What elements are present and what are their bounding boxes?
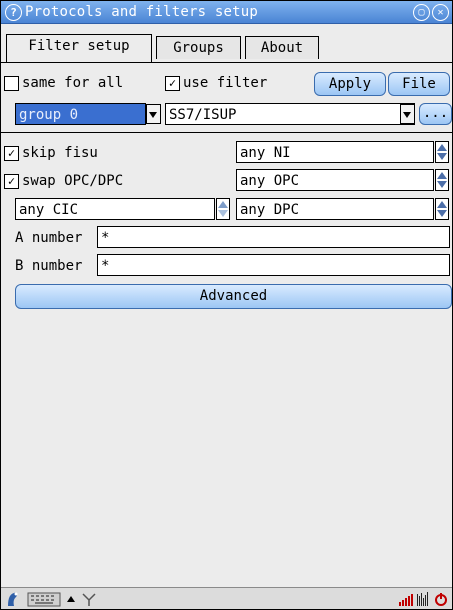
tab-about[interactable]: About xyxy=(245,36,319,59)
taskbar xyxy=(1,587,452,609)
group-dropdown-arrow-icon[interactable] xyxy=(146,104,161,124)
keyboard-icon[interactable] xyxy=(27,590,61,608)
group-select[interactable]: group 0 xyxy=(15,103,146,125)
maximize-icon[interactable]: ▢ xyxy=(413,4,430,21)
swap-opc-dpc-label: swap OPC/DPC xyxy=(22,173,124,189)
advanced-button[interactable]: Advanced xyxy=(15,284,452,309)
cic-down-icon[interactable] xyxy=(218,210,228,217)
opc-down-icon[interactable] xyxy=(437,181,447,188)
skip-fisu-checkbox[interactable]: ✓ xyxy=(4,146,19,161)
power-icon[interactable] xyxy=(433,590,449,608)
a-number-label: A number xyxy=(15,230,83,246)
tab-groups[interactable]: Groups xyxy=(156,36,241,59)
battery-icon xyxy=(398,590,414,608)
help-icon[interactable]: ? xyxy=(5,4,22,21)
file-button[interactable]: File xyxy=(388,72,450,96)
more-button[interactable]: ... xyxy=(419,103,452,125)
ni-up-icon[interactable] xyxy=(437,144,447,151)
protocol-select[interactable]: SS7/ISUP xyxy=(165,103,415,125)
same-for-all-label: same for all xyxy=(22,75,124,91)
use-filter-label: use filter xyxy=(183,75,268,91)
section-divider xyxy=(1,132,452,133)
a-number-input[interactable]: * xyxy=(97,226,450,248)
dpc-spinner[interactable] xyxy=(435,198,449,220)
opc-input[interactable]: any OPC xyxy=(236,169,434,191)
cic-input[interactable]: any CIC xyxy=(15,198,215,220)
skip-fisu-label: skip fisu xyxy=(22,145,98,161)
cic-up-icon[interactable] xyxy=(218,201,228,208)
dpc-down-icon[interactable] xyxy=(437,210,447,217)
signal-icon xyxy=(416,590,430,608)
b-number-label: B number xyxy=(15,258,83,274)
ni-down-icon[interactable] xyxy=(437,153,447,160)
opc-spinner[interactable] xyxy=(435,169,449,191)
tab-filter-setup[interactable]: Filter setup xyxy=(6,34,152,63)
title-bar: ? Protocols and filters setup ▢ ✕ xyxy=(1,1,452,24)
dpc-up-icon[interactable] xyxy=(437,201,447,208)
start-icon[interactable] xyxy=(5,590,21,608)
apply-button[interactable]: Apply xyxy=(314,72,386,96)
b-number-input[interactable]: * xyxy=(97,254,450,276)
swap-opc-dpc-checkbox[interactable]: ✓ xyxy=(4,174,19,189)
antenna-icon[interactable] xyxy=(81,590,97,608)
close-icon[interactable]: ✕ xyxy=(432,4,449,21)
same-for-all-checkbox[interactable] xyxy=(4,76,19,91)
tab-divider xyxy=(1,62,452,63)
opc-up-icon[interactable] xyxy=(437,172,447,179)
ni-input[interactable]: any NI xyxy=(236,141,434,163)
protocol-dropdown-arrow-icon[interactable] xyxy=(400,104,415,124)
tab-bar: Filter setup Groups About xyxy=(1,24,452,64)
dpc-input[interactable]: any DPC xyxy=(236,198,434,220)
window-title: Protocols and filters setup xyxy=(25,4,258,20)
ni-spinner[interactable] xyxy=(435,141,449,163)
cic-spinner[interactable] xyxy=(216,198,230,220)
use-filter-checkbox[interactable]: ✓ xyxy=(165,76,180,91)
up-arrow-icon[interactable] xyxy=(65,590,77,608)
window: ? Protocols and filters setup ▢ ✕ Filter… xyxy=(0,0,453,610)
